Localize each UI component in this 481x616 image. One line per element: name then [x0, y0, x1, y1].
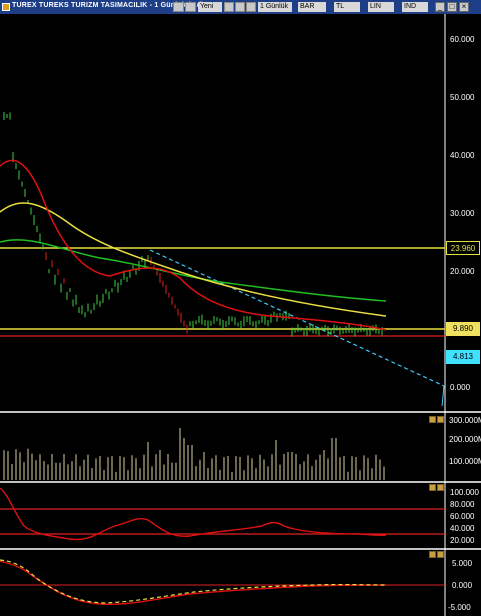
pane-separator[interactable] [0, 411, 481, 413]
macd-axis-label: 0.000 [452, 581, 473, 590]
price-bars [3, 112, 383, 337]
oscillator-line [0, 487, 387, 541]
pane-close-icon[interactable] [437, 551, 444, 558]
pane-settings-icon[interactable] [429, 484, 436, 491]
pane-close-icon[interactable] [437, 484, 444, 491]
volume-axis-label: 200.000M [449, 435, 481, 444]
last-value-tag: 4.813 [446, 350, 480, 364]
price-axis-label: 60.000 [450, 35, 475, 44]
pane-settings-icon[interactable] [429, 551, 436, 558]
toolbar-chart-icon[interactable] [173, 2, 184, 12]
chart-type-selector[interactable]: BAR [298, 2, 326, 12]
volume-axis-label: 100.000M [449, 457, 481, 466]
toolbar-indicator-icon[interactable] [185, 2, 196, 12]
maximize-icon[interactable]: □ [447, 2, 457, 12]
close-icon[interactable]: × [459, 2, 469, 12]
oscillator-axis-label: 80.000 [450, 500, 475, 509]
trendline-tail [441, 385, 445, 407]
chart-area[interactable]: 60.000 50.000 40.000 30.000 20.000 0.000… [0, 14, 481, 616]
minimize-icon[interactable]: _ [435, 2, 445, 12]
title-bar: TUREX TUREKS TURIZM TASIMACILIK - 1 Günl… [0, 0, 481, 14]
macd-axis-label: 5.000 [452, 559, 473, 568]
period-selector[interactable]: 1 Günlük [258, 2, 292, 12]
oscillator-axis-label: 60.000 [450, 512, 475, 521]
volume-axis-label: 300.000M [449, 416, 481, 425]
oscillator-pane-1[interactable]: 100.000 80.000 60.000 40.000 20.000 [0, 487, 479, 545]
price-axis-label: 50.000 [450, 93, 475, 102]
price-axis-label: 20.000 [450, 267, 475, 276]
pane-separator[interactable] [0, 548, 481, 550]
toolbar-zoom-icon[interactable] [235, 2, 245, 12]
volume-bars [3, 428, 385, 480]
level-tag-lower: 9.890 [446, 322, 480, 336]
signal-line [0, 559, 387, 604]
oscillator-axis-label: 100.000 [450, 488, 479, 497]
price-axis-label: 0.000 [450, 383, 471, 392]
pane-close-icon[interactable] [437, 416, 444, 423]
currency-selector[interactable]: TL [334, 2, 360, 12]
macd-line [0, 560, 387, 606]
toolbar-settings-icon[interactable] [246, 2, 256, 12]
pane-separator[interactable] [0, 481, 481, 483]
level-tag-upper: 23.960 [446, 241, 480, 255]
price-axis-label: 30.000 [450, 209, 475, 218]
pane-settings-icon[interactable] [429, 416, 436, 423]
oscillator-pane-2[interactable]: 5.000 0.000 -5.000 [0, 559, 473, 612]
ma-short-line [0, 159, 387, 331]
volume-pane[interactable]: 300.000M 200.000M 100.000M [3, 416, 481, 480]
indicator-selector[interactable]: IND [402, 2, 428, 12]
scale-selector[interactable]: LIN [368, 2, 394, 12]
ma-mid-line [0, 202, 387, 317]
app-icon [2, 3, 10, 11]
toolbar-draw-icon[interactable] [224, 2, 234, 12]
price-pane[interactable]: 60.000 50.000 40.000 30.000 20.000 0.000 [0, 35, 475, 407]
macd-axis-label: -5.000 [448, 603, 471, 612]
oscillator-axis-label: 20.000 [450, 536, 475, 545]
oscillator-axis-label: 40.000 [450, 524, 475, 533]
price-axis-label: 40.000 [450, 151, 475, 160]
toolbar-field[interactable]: Yeni [198, 2, 222, 12]
